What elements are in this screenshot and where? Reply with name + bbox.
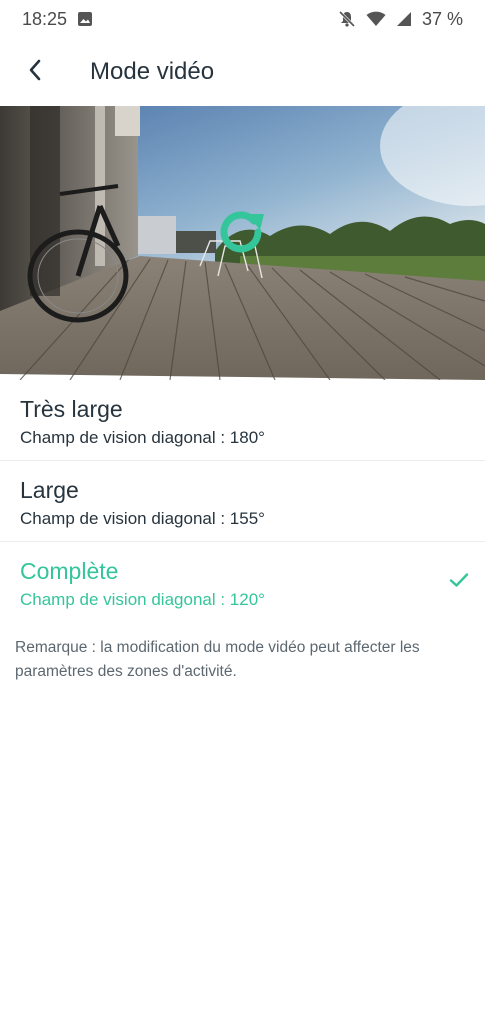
option-description: Champ de vision diagonal : 155°	[20, 509, 265, 528]
signal-icon	[396, 11, 412, 27]
camera-preview	[0, 106, 485, 380]
option-name: Complète	[20, 558, 119, 584]
battery-text: 37 %	[421, 8, 463, 29]
note-text: Remarque : la modification du mode vidéo…	[15, 639, 420, 680]
status-time: 18:25	[22, 8, 68, 29]
page-title: Mode vidéo	[90, 58, 215, 85]
option-complete[interactable]: Complète Champ de vision diagonal : 120°	[0, 542, 485, 623]
image-icon	[77, 11, 93, 27]
app-bar: Mode vidéo	[0, 38, 485, 106]
option-description: Champ de vision diagonal : 120°	[20, 590, 265, 609]
status-bar: 18:25 37 %	[0, 0, 485, 38]
wifi-icon	[366, 11, 386, 27]
option-description: Champ de vision diagonal : 180°	[20, 428, 265, 447]
chevron-left-icon	[27, 58, 43, 87]
mute-icon	[338, 10, 356, 28]
option-tres-large[interactable]: Très large Champ de vision diagonal : 18…	[0, 380, 485, 461]
checkmark-icon	[449, 572, 469, 593]
option-large[interactable]: Large Champ de vision diagonal : 155°	[0, 461, 485, 542]
video-mode-options: Très large Champ de vision diagonal : 18…	[0, 380, 485, 623]
option-name: Très large	[20, 396, 123, 422]
back-button[interactable]	[0, 38, 70, 106]
option-name: Large	[20, 477, 79, 503]
